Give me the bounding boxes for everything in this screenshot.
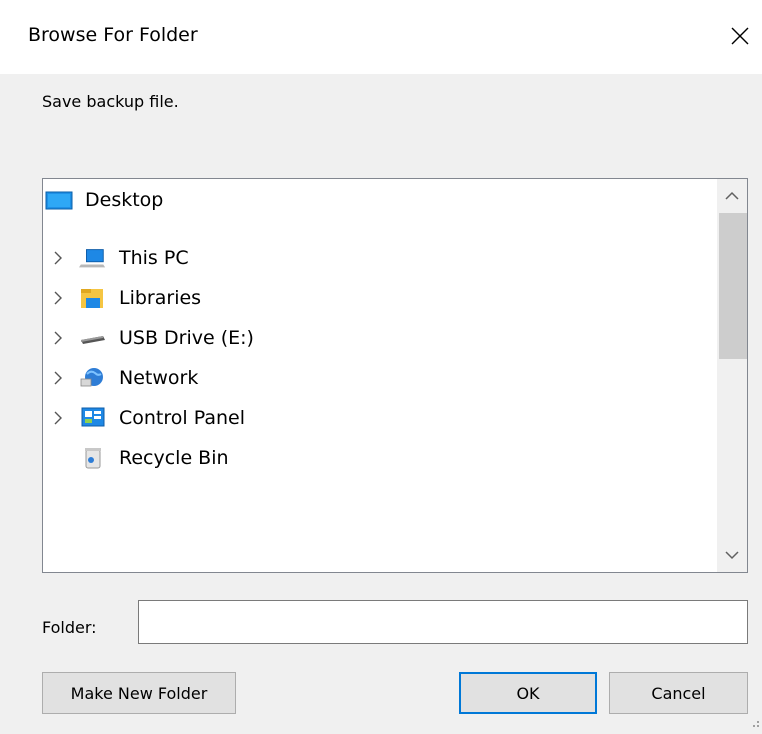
vertical-scrollbar[interactable]	[717, 179, 747, 572]
tree-item-label: Recycle Bin	[119, 447, 229, 469]
chevron-right-icon[interactable]	[51, 371, 65, 385]
chevron-down-icon	[725, 551, 739, 560]
usb-drive-icon	[79, 326, 107, 350]
close-icon	[731, 27, 749, 45]
chevron-right-icon[interactable]	[51, 251, 65, 265]
tree-item-label: Libraries	[119, 287, 202, 309]
tree-item-recycle-bin[interactable]: Recycle Bin	[43, 441, 713, 475]
folder-label: Folder:	[42, 618, 97, 637]
cancel-button[interactable]: Cancel	[609, 672, 748, 714]
network-icon	[79, 366, 107, 390]
tree-item-label: Network	[119, 367, 199, 389]
libraries-icon	[79, 286, 107, 310]
tree-item-label: This PC	[119, 247, 189, 269]
chevron-right-icon[interactable]	[51, 291, 65, 305]
chevron-up-icon	[725, 191, 739, 200]
chevron-right-icon[interactable]	[51, 411, 65, 425]
resize-grip-icon[interactable]	[750, 718, 760, 728]
dialog-title: Browse For Folder	[28, 24, 198, 46]
ok-button[interactable]: OK	[459, 672, 597, 714]
desktop-icon	[45, 188, 73, 212]
scroll-thumb[interactable]	[719, 213, 747, 359]
chevron-right-icon[interactable]	[51, 331, 65, 345]
close-button[interactable]	[718, 14, 762, 58]
folder-input[interactable]	[138, 600, 748, 644]
title-bar: Browse For Folder	[0, 0, 762, 74]
tree-item-label: Desktop	[85, 189, 164, 211]
tree-item-usb-drive[interactable]: USB Drive (E:)	[43, 321, 713, 355]
tree-item-libraries[interactable]: Libraries	[43, 281, 713, 315]
control-panel-icon	[79, 406, 107, 430]
instruction-text: Save backup file.	[42, 92, 179, 111]
computer-icon	[79, 246, 107, 270]
tree-item-this-pc[interactable]: This PC	[43, 241, 713, 275]
tree-item-label: Control Panel	[119, 407, 245, 429]
make-new-folder-button[interactable]: Make New Folder	[42, 672, 236, 714]
folder-tree[interactable]: Desktop This PC Libraries USB Drive (E:)…	[42, 178, 748, 573]
scroll-down-button[interactable]	[717, 538, 747, 572]
tree-item-label: USB Drive (E:)	[119, 327, 254, 349]
tree-item-control-panel[interactable]: Control Panel	[43, 401, 713, 435]
scroll-up-button[interactable]	[717, 179, 747, 213]
browse-for-folder-dialog: Browse For Folder Save backup file. Desk…	[0, 0, 762, 734]
recycle-bin-icon	[79, 446, 107, 470]
tree-item-network[interactable]: Network	[43, 361, 713, 395]
tree-item-desktop[interactable]: Desktop	[43, 183, 713, 217]
